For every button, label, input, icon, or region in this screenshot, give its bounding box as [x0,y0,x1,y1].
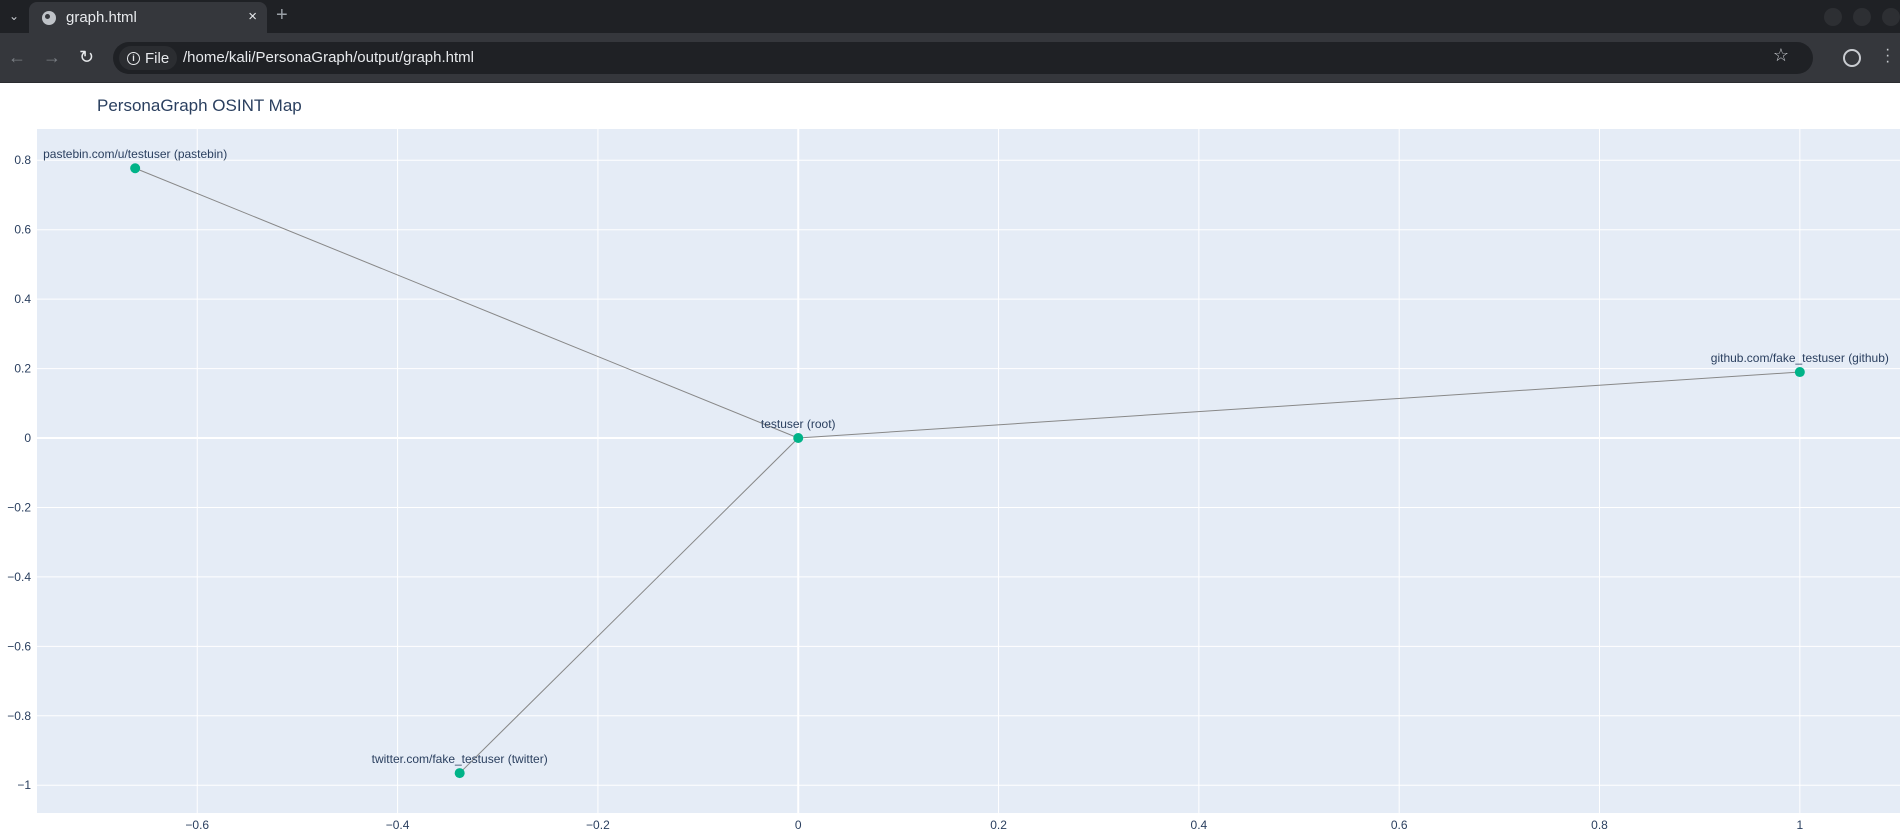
info-icon: i [127,51,140,65]
graph-node-label: twitter.com/fake_testuser (twitter) [372,752,548,766]
x-tick-label: 0.4 [1191,818,1208,830]
url-text[interactable]: /home/kali/PersonaGraph/output/graph.htm… [183,49,474,66]
address-bar[interactable]: i File /home/kali/PersonaGraph/output/gr… [113,42,1813,74]
site-info-label: File [145,49,170,67]
x-tick-label: 0.8 [1591,818,1608,830]
x-tick-label: 1 [1796,818,1803,830]
site-info-button[interactable]: i File [119,46,178,70]
x-tick-label: −0.4 [386,818,410,830]
graph-node-label: github.com/fake_testuser (github) [1711,351,1889,365]
y-tick-label: −0.8 [7,709,31,723]
y-tick-label: 0.2 [14,362,31,376]
graph-node-label: testuser (root) [761,417,836,431]
bookmark-star-icon[interactable]: ☆ [1773,45,1789,66]
graph-node-label: pastebin.com/u/testuser (pastebin) [43,147,227,161]
tab-search-chevron-icon[interactable]: ⌄ [4,6,24,26]
osint-graph-chart[interactable]: −0.6 −0.4 −0.2 0 0.2 0.4 0.6 0.8 1 0.8 0.6 0.4 0.2 0 −… [0,83,1900,830]
new-tab-button[interactable]: + [276,4,288,27]
y-tick-label: 0.4 [14,292,31,306]
forward-arrow-icon[interactable]: → [43,47,61,68]
x-tick-label: −0.6 [185,818,209,830]
y-tick-label: 0.6 [14,223,31,237]
y-tick-label: 0 [24,431,31,445]
x-tick-label: −0.2 [586,818,610,830]
tab-strip: ⌄ graph.html × + [0,0,1900,33]
tab-graph-html[interactable]: graph.html × [29,2,267,33]
minimize-button[interactable] [1824,8,1842,26]
more-menu-icon[interactable]: · · · [1885,42,1890,70]
maximize-button[interactable] [1853,8,1871,26]
page-content: −0.6 −0.4 −0.2 0 0.2 0.4 0.6 0.8 1 0.8 0.6 0.4 0.2 0 −… [0,83,1900,830]
x-tick-label: 0.2 [990,818,1007,830]
tab-close-icon[interactable]: × [248,8,257,25]
x-tick-label: 0.6 [1391,818,1408,830]
graph-node-marker[interactable] [454,768,465,779]
graph-node-marker[interactable] [793,433,804,444]
y-tick-label: −0.6 [7,639,31,653]
back-arrow-icon[interactable]: ← [8,47,26,68]
reload-icon[interactable]: ↻ [79,47,94,68]
graph-node-marker[interactable] [130,163,141,174]
chart-title: PersonaGraph OSINT Map [97,96,302,115]
y-tick-label: −1 [17,778,31,792]
y-tick-label: 0.8 [14,153,31,167]
tab-title: graph.html [66,9,137,26]
plot-area [37,129,1900,813]
y-tick-label: −0.2 [7,500,31,514]
close-window-button[interactable] [1882,8,1900,26]
graph-node-marker[interactable] [1794,367,1805,378]
globe-icon [42,11,56,25]
y-tick-label: −0.4 [7,570,31,584]
x-tick-label: 0 [795,818,802,830]
browser-toolbar: ← → ↻ i File /home/kali/PersonaGraph/out… [0,33,1900,83]
profile-icon[interactable] [1843,49,1861,67]
